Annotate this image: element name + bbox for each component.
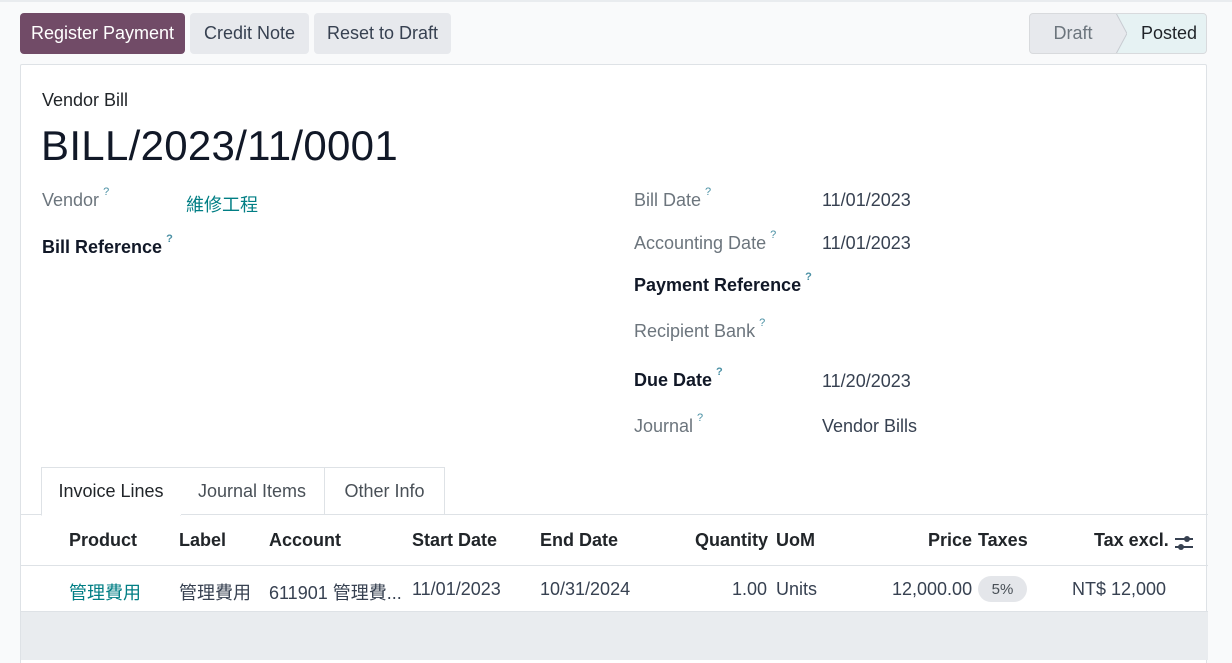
register-payment-button[interactable]: Register Payment [20, 13, 185, 54]
column-header-label[interactable]: Label [179, 530, 226, 551]
cell-uom[interactable]: Units [776, 579, 817, 600]
status-chevron-icon [1105, 14, 1127, 53]
reset-to-draft-button[interactable]: Reset to Draft [314, 13, 451, 54]
help-icon[interactable]: ? [697, 412, 703, 424]
column-header-tax-excl[interactable]: Tax excl. [1094, 530, 1169, 551]
bill-number-title: BILL/2023/11/0001 [41, 122, 398, 169]
column-header-account[interactable]: Account [269, 530, 341, 551]
credit-note-button[interactable]: Credit Note [190, 13, 309, 54]
optional-columns-icon[interactable] [1173, 532, 1195, 554]
column-header-quantity[interactable]: Quantity [695, 530, 768, 551]
column-header-end-date[interactable]: End Date [540, 530, 618, 551]
bill-date-label: Bill Date? [634, 186, 712, 210]
due-date-value[interactable]: 11/20/2023 [822, 371, 911, 392]
journal-label: Journal? [634, 412, 704, 436]
payment-reference-label: Payment Reference? [634, 271, 812, 295]
cell-product[interactable]: 管理費用 [69, 579, 141, 605]
tab-divider [181, 514, 1208, 515]
help-icon[interactable]: ? [166, 233, 173, 245]
cell-quantity[interactable]: 1.00 [732, 579, 767, 600]
help-icon[interactable]: ? [759, 317, 765, 329]
header-divider [21, 565, 1208, 566]
vendor-label: Vendor? [42, 186, 110, 210]
document-type-label: Vendor Bill [42, 90, 129, 110]
tax-badge[interactable]: 5% [978, 576, 1027, 602]
help-icon[interactable]: ? [716, 366, 723, 378]
help-icon[interactable]: ? [705, 186, 711, 198]
tab-invoice-lines[interactable]: Invoice Lines [41, 467, 181, 516]
status-bar: Draft Posted [1029, 13, 1207, 54]
bill-date-value[interactable]: 11/01/2023 [822, 190, 911, 211]
tab-journal-items[interactable]: Journal Items [180, 467, 325, 515]
cell-tax-excl[interactable]: NT$ 12,000 [1072, 579, 1166, 600]
tab-other-info[interactable]: Other Info [324, 467, 445, 515]
column-header-price[interactable]: Price [928, 530, 972, 551]
status-draft[interactable]: Draft [1030, 14, 1116, 53]
cell-start-date[interactable]: 11/01/2023 [412, 579, 501, 600]
journal-value[interactable]: Vendor Bills [822, 416, 917, 437]
accounting-date-label: Accounting Date? [634, 229, 777, 253]
table-footer [21, 612, 1208, 660]
cell-label[interactable]: 管理費用 [179, 579, 251, 605]
cell-account[interactable]: 611901 管理費... [269, 579, 402, 605]
bill-reference-label: Bill Reference? [42, 233, 173, 257]
help-icon[interactable]: ? [103, 186, 109, 198]
vendor-value[interactable]: 維修工程 [186, 191, 258, 217]
column-header-uom[interactable]: UoM [776, 530, 815, 551]
status-posted[interactable]: Posted [1116, 14, 1206, 53]
cell-end-date[interactable]: 10/31/2024 [540, 579, 630, 600]
form-sheet: Vendor Bill BILL/2023/11/0001 Vendor? 維修… [20, 64, 1208, 663]
top-border [0, 0, 1232, 2]
tab-divider [21, 514, 41, 515]
help-icon[interactable]: ? [805, 271, 812, 283]
column-header-start-date[interactable]: Start Date [412, 530, 497, 551]
column-header-product[interactable]: Product [69, 530, 137, 551]
recipient-bank-label: Recipient Bank? [634, 317, 766, 341]
column-header-taxes[interactable]: Taxes [978, 530, 1028, 551]
cell-price[interactable]: 12,000.00 [892, 579, 972, 600]
accounting-date-value[interactable]: 11/01/2023 [822, 233, 911, 254]
help-icon[interactable]: ? [770, 229, 776, 241]
due-date-label: Due Date? [634, 366, 723, 390]
